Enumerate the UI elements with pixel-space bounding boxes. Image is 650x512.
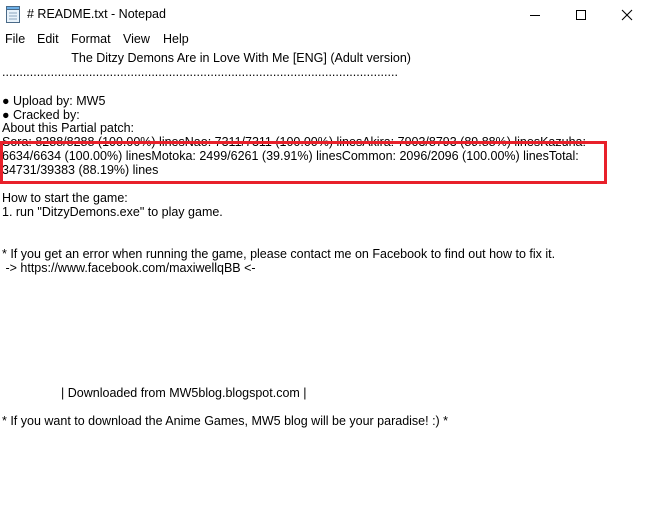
close-icon xyxy=(621,9,633,21)
about-line: About this Partial patch: xyxy=(2,121,135,135)
title-bar[interactable]: # README.txt - Notepad xyxy=(0,0,650,30)
howto-line: How to start the game: xyxy=(2,191,128,205)
document-title-line: The Ditzy Demons Are in Love With Me [EN… xyxy=(2,51,411,65)
paradise-line: * If you want to download the Anime Game… xyxy=(2,414,449,428)
maximize-icon xyxy=(576,10,586,20)
patch-line-1: Sora: 8288/8288 (100.00%) linesNao: 7311… xyxy=(2,135,586,149)
menu-file[interactable]: File xyxy=(5,32,25,46)
minimize-button[interactable] xyxy=(512,0,558,30)
notepad-icon xyxy=(6,6,20,23)
cracked-line: ● Cracked by: xyxy=(2,108,80,122)
close-button[interactable] xyxy=(604,0,650,30)
downloaded-line: | Downloaded from MW5blog.blogspot.com | xyxy=(2,386,307,400)
maximize-button[interactable] xyxy=(558,0,604,30)
facebook-line: -> https://www.facebook.com/maxiwellqBB … xyxy=(2,261,256,275)
patch-line-3: 34731/39383 (88.19%) lines xyxy=(2,163,159,177)
menu-format[interactable]: Format xyxy=(71,32,111,46)
menu-edit[interactable]: Edit xyxy=(37,32,59,46)
patch-line-2: 6634/6634 (100.00%) linesMotoka: 2499/62… xyxy=(2,149,579,163)
minimize-icon xyxy=(530,15,540,16)
separator-line: ........................................… xyxy=(2,65,398,79)
menu-help[interactable]: Help xyxy=(163,32,189,46)
error-note-line: * If you get an error when running the g… xyxy=(2,247,556,261)
window-title: # README.txt - Notepad xyxy=(27,7,166,21)
menu-view[interactable]: View xyxy=(123,32,150,46)
step1-line: 1. run "DitzyDemons.exe" to play game. xyxy=(2,205,223,219)
menu-bar: File Edit Format View Help xyxy=(0,30,650,50)
upload-line: ● Upload by: MW5 xyxy=(2,94,106,108)
text-editor[interactable]: The Ditzy Demons Are in Love With Me [EN… xyxy=(0,50,650,512)
